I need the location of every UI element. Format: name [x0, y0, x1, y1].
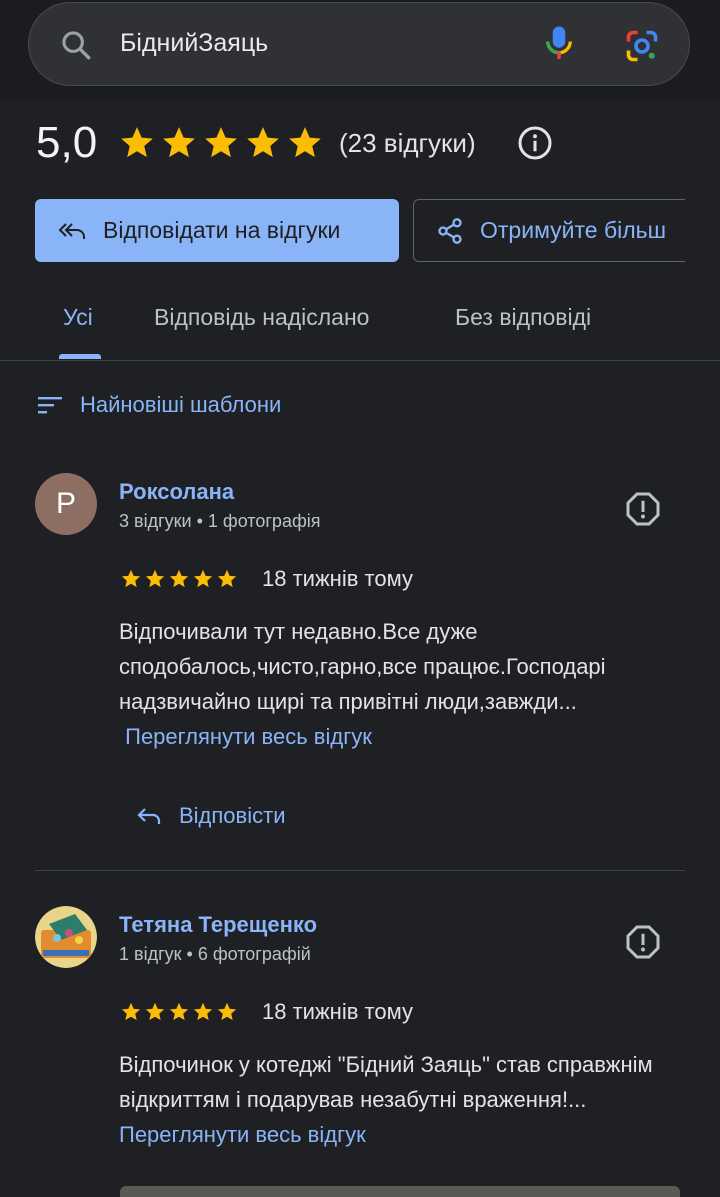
review-text: Відпочинок у котеджі "Бідний Заяць" став…: [119, 1052, 653, 1112]
review-text: Відпочивали тут недавно.Все дуже сподоба…: [119, 619, 606, 714]
search-icon[interactable]: [59, 28, 93, 62]
scroll-edge: [685, 190, 720, 270]
review-count[interactable]: (23 відгуки): [339, 128, 476, 159]
review-text-block: Відпочивали тут недавно.Все дуже сподоба…: [119, 614, 689, 754]
avatar[interactable]: P: [35, 473, 97, 535]
sort-button[interactable]: Найновіші шаблони: [36, 392, 281, 418]
reply-label: Відповісти: [179, 803, 286, 828]
star-icon: [217, 569, 237, 588]
star-icon: [145, 1002, 165, 1021]
rating-summary: 5,0 (23 відгуки): [36, 116, 720, 174]
rating-stars: [118, 124, 324, 162]
microphone-icon[interactable]: [544, 24, 574, 64]
reply-all-icon: [58, 222, 85, 239]
report-icon[interactable]: [625, 491, 661, 527]
divider: [35, 870, 685, 871]
star-icon: [193, 569, 213, 588]
tab-unanswered[interactable]: Без відповіді: [455, 304, 591, 331]
search-query[interactable]: БіднийЗаяць: [120, 29, 268, 58]
active-tab-indicator: [59, 354, 101, 359]
reply-button[interactable]: Відповісти: [135, 803, 286, 829]
share-icon: [438, 217, 462, 244]
read-full-review-link[interactable]: Переглянути весь відгук: [119, 1122, 366, 1147]
report-icon[interactable]: [625, 924, 661, 960]
tab-replied[interactable]: Відповідь надіслано: [154, 304, 369, 331]
get-more-reviews-label: Отримуйте більш: [480, 217, 667, 243]
reviewer-name[interactable]: Роксолана: [119, 479, 234, 505]
star-icon: [193, 1002, 213, 1021]
star-icon: [121, 127, 153, 158]
review-stars: [120, 568, 238, 590]
top-bar: БіднийЗаяць: [0, 0, 720, 100]
reviewer-meta: 1 відгук • 6 фотографій: [119, 944, 311, 964]
google-lens-icon[interactable]: [624, 28, 660, 64]
star-icon: [121, 569, 141, 588]
reviewer-meta: 3 відгуки • 1 фотографія: [119, 511, 321, 531]
reviewer-name[interactable]: Тетяна Терещенко: [119, 912, 317, 938]
star-icon: [289, 127, 321, 158]
star-icon: [121, 1002, 141, 1021]
review-date: 18 тижнів тому: [262, 566, 413, 591]
sort-icon: [38, 397, 62, 414]
star-icon: [163, 127, 195, 158]
reply-to-reviews-label: Відповідати на відгуки: [103, 217, 341, 243]
review-date: 18 тижнів тому: [262, 999, 413, 1024]
read-full-review-link[interactable]: Переглянути весь відгук: [125, 724, 372, 749]
star-icon: [169, 1002, 189, 1021]
star-icon: [247, 127, 279, 158]
avatar[interactable]: [35, 906, 97, 968]
review-stars: [120, 1001, 238, 1023]
review-tabs: Усі Відповідь надіслано Без відповіді: [0, 290, 720, 361]
review-photos[interactable]: [120, 1186, 680, 1197]
star-icon: [145, 569, 165, 588]
info-icon[interactable]: [517, 125, 553, 161]
reply-icon: [137, 808, 161, 824]
reply-to-reviews-button[interactable]: Відповідати на відгуки: [35, 199, 399, 262]
tab-all[interactable]: Усі: [63, 304, 93, 331]
average-score: 5,0: [36, 118, 98, 167]
star-icon: [205, 127, 237, 158]
sort-label: Найновіші шаблони: [80, 392, 282, 417]
get-more-reviews-button[interactable]: Отримуйте більш: [413, 199, 713, 262]
star-icon: [169, 569, 189, 588]
star-icon: [217, 1002, 237, 1021]
review-text-block: Відпочинок у котеджі "Бідний Заяць" став…: [119, 1047, 689, 1152]
